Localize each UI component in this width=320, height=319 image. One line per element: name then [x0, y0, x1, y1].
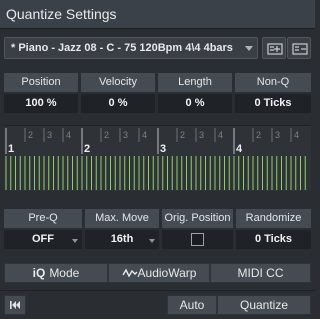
audiowarp-button[interactable]: AudioWarp [108, 263, 210, 283]
beat-label: 3 [275, 130, 280, 140]
origposition-param: Orig. Position [162, 209, 233, 249]
preset-select[interactable]: * Piano - Jazz 08 - C - 75 120Bpm 4\4 4b… [4, 37, 258, 59]
preq-param: Pre-Q OFF [4, 209, 82, 249]
chevron-down-icon [149, 239, 155, 243]
load-preset-icon [292, 43, 308, 55]
position-value[interactable]: 100 % [4, 94, 78, 113]
beat-label: 2 [28, 130, 33, 140]
auto-button[interactable]: Auto [167, 295, 217, 315]
nonq-label: Non-Q [235, 73, 311, 92]
iq-icon: iQ [32, 266, 46, 280]
midicc-button[interactable]: MIDI CC [210, 263, 311, 283]
bar-label: 2 [84, 143, 90, 155]
nonq-param: Non-Q 0 Ticks [235, 73, 311, 113]
origposition-checkbox[interactable] [190, 233, 204, 246]
bar-label: 4 [236, 143, 243, 155]
iq-mode-button[interactable]: iQ Mode [4, 263, 108, 283]
beat-label: 4 [142, 130, 147, 140]
position-label: Position [4, 73, 78, 92]
midicc-label: MIDI CC [237, 266, 284, 280]
bar-label: 3 [160, 143, 166, 155]
maxmove-select[interactable]: 16th [85, 230, 159, 249]
quantize-button[interactable]: Quantize [217, 295, 311, 315]
chevron-down-icon [245, 46, 253, 51]
maxmove-param: Max. Move 16th [85, 209, 159, 249]
footer-bar: Auto Quantize [4, 295, 311, 315]
position-param: Position 100 % [4, 73, 78, 113]
preq-select[interactable]: OFF [4, 230, 82, 249]
randomize-param: Randomize 0 Ticks [236, 209, 311, 249]
velocity-value[interactable]: 0 % [81, 94, 155, 113]
velocity-param: Velocity 0 % [81, 73, 155, 113]
origposition-cell [162, 230, 233, 249]
preset-name: * Piano - Jazz 08 - C - 75 120Bpm 4\4 4b… [11, 42, 233, 54]
preq-label: Pre-Q [4, 209, 82, 228]
nonq-value[interactable]: 0 Ticks [235, 94, 311, 113]
chevron-down-icon [72, 239, 78, 243]
origposition-label: Orig. Position [162, 209, 233, 228]
maxmove-value: 16th [110, 233, 134, 245]
quantize-grid-display[interactable]: 2 3 4 1 2 3 4 2 2 3 4 3 2 3 4 4 [4, 125, 311, 191]
audiowarp-wave-icon [121, 268, 138, 278]
audiowarp-label: AudioWarp [137, 266, 197, 280]
skip-to-start-button[interactable] [4, 295, 26, 315]
auto-label: Auto [179, 298, 205, 312]
footer-divider [0, 290, 315, 291]
bar-label: 1 [8, 143, 14, 155]
title-bar: Quantize Settings [0, 0, 315, 29]
skip-to-start-icon [10, 301, 20, 309]
randomize-label: Randomize [236, 209, 311, 228]
beat-label: 2 [180, 130, 185, 140]
preset-row: * Piano - Jazz 08 - C - 75 120Bpm 4\4 4b… [4, 37, 311, 59]
mode-button-bar: iQ Mode AudioWarp MIDI CC [4, 263, 311, 283]
length-label: Length [158, 73, 232, 92]
beat-label: 3 [199, 130, 204, 140]
quantize-grid-svg: 2 3 4 1 2 3 4 2 2 3 4 3 2 3 4 4 [5, 128, 306, 190]
save-preset-icon [267, 43, 283, 55]
beat-label: 4 [66, 130, 71, 140]
maxmove-label: Max. Move [85, 209, 159, 228]
beat-label: 2 [256, 130, 261, 140]
velocity-label: Velocity [81, 73, 155, 92]
quantize-label: Quantize [239, 298, 289, 312]
randomize-value[interactable]: 0 Ticks [236, 230, 311, 249]
load-preset-button[interactable] [287, 37, 311, 59]
length-param: Length 0 % [158, 73, 232, 113]
length-value[interactable]: 0 % [158, 94, 232, 113]
preq-value: OFF [32, 233, 54, 245]
beat-label: 4 [294, 130, 299, 140]
beat-label: 3 [47, 130, 52, 140]
window-title: Quantize Settings [6, 6, 117, 22]
beat-label: 2 [104, 130, 109, 140]
beat-label: 4 [218, 130, 223, 140]
iq-mode-label: Mode [49, 266, 80, 280]
beat-label: 3 [123, 130, 128, 140]
save-preset-button[interactable] [262, 37, 286, 59]
